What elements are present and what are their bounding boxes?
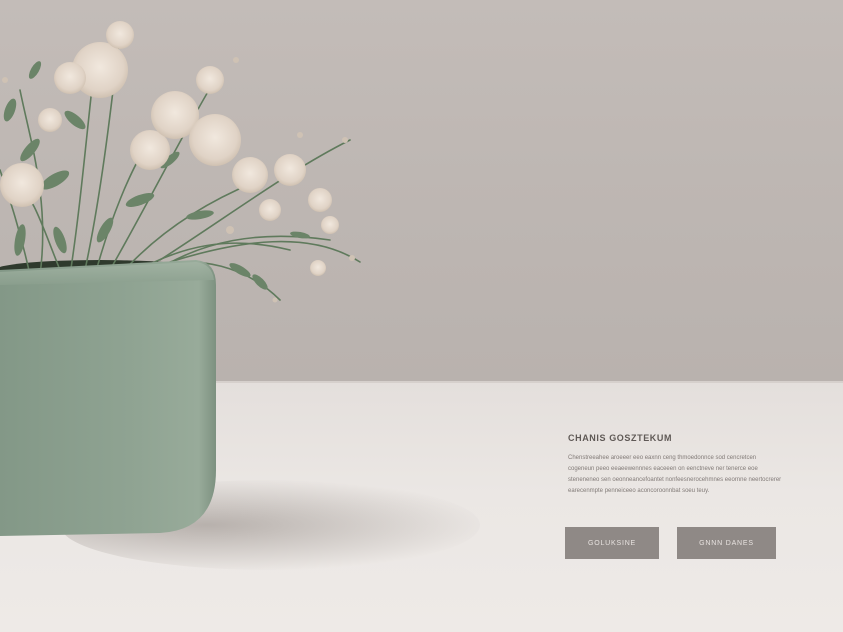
promo-body-copy: Chenstreeahee aroeeer eeo eaxnn ceng thm…: [568, 455, 782, 494]
primary-cta-button[interactable]: GOLUKSINE: [565, 527, 659, 559]
foliage: [0, 29, 361, 301]
pot-body: [0, 260, 216, 536]
hero-scene: CHANIS GOSZTEKUM Chenstreeahee aroeeer e…: [0, 0, 843, 632]
secondary-cta-button[interactable]: GNNN DANES: [677, 527, 776, 559]
promo-text-block: CHANIS GOSZTEKUM Chenstreeahee aroeeer e…: [568, 433, 788, 497]
flower-clusters: [0, 21, 339, 276]
promo-headline: CHANIS GOSZTEKUM: [568, 433, 673, 443]
